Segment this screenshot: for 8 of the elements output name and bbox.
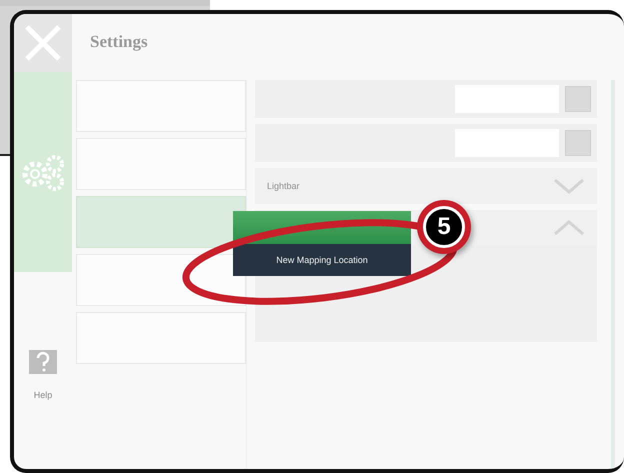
unit-button[interactable]: [565, 86, 591, 112]
chevron-down-icon: [553, 176, 585, 196]
screen-title: Settings: [89, 31, 149, 52]
help-label: Help: [34, 390, 52, 400]
unit-button[interactable]: [565, 130, 591, 156]
section-label: Lightbar: [267, 181, 300, 191]
close-icon: [23, 23, 63, 63]
chevron-up-icon: [553, 218, 585, 238]
